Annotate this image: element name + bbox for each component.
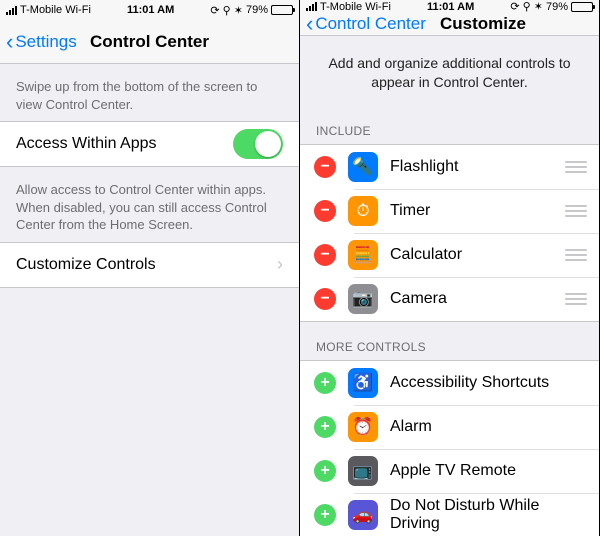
control-label: Camera xyxy=(390,290,557,308)
carrier-label: T-Mobile Wi-Fi xyxy=(20,4,91,16)
add-button[interactable]: + xyxy=(314,416,336,438)
remove-button[interactable]: − xyxy=(314,156,336,178)
control-icon: 🚗 xyxy=(348,500,378,530)
control-icon: 📷 xyxy=(348,284,378,314)
customize-controls-cell[interactable]: Customize Controls › xyxy=(0,243,299,287)
clock: 11:01 AM xyxy=(427,1,474,13)
add-button[interactable]: + xyxy=(314,372,336,394)
control-row: −📷 Camera xyxy=(300,277,599,321)
include-header: Include xyxy=(300,106,599,144)
section-description: Swipe up from the bottom of the screen t… xyxy=(0,64,299,121)
remove-button[interactable]: − xyxy=(314,200,336,222)
chevron-left-icon: ‹ xyxy=(6,31,13,53)
battery-pct: 79% xyxy=(246,4,268,16)
control-label: Do Not Disturb While Driving xyxy=(390,497,587,533)
control-icon: 🧮 xyxy=(348,240,378,270)
control-row: + 🚗 Do Not Disturb While Driving xyxy=(300,493,599,536)
control-icon: ⏱ xyxy=(348,196,378,226)
remove-button[interactable]: − xyxy=(314,244,336,266)
carrier-label: T-Mobile Wi-Fi xyxy=(320,1,391,13)
status-bar: T-Mobile Wi-Fi 11:01 AM ⟳ ⚲ ✶ 79% xyxy=(300,0,599,13)
control-row: −🔦 Flashlight xyxy=(300,145,599,189)
chevron-right-icon: › xyxy=(277,254,283,275)
control-label: Calculator xyxy=(390,246,557,264)
add-button[interactable]: + xyxy=(314,504,336,526)
battery-icon xyxy=(571,2,593,12)
battery-pct: 79% xyxy=(546,1,568,13)
control-label: Flashlight xyxy=(390,158,557,176)
control-label: Apple TV Remote xyxy=(390,462,587,480)
control-row: −🧮 Calculator xyxy=(300,233,599,277)
control-icon: ♿ xyxy=(348,368,378,398)
status-aux-icons: ⟳ ⚲ ✶ xyxy=(510,0,543,13)
more-controls-header: More Controls xyxy=(300,322,599,360)
control-icon: 🔦 xyxy=(348,152,378,182)
control-label: Accessibility Shortcuts xyxy=(390,374,587,392)
drag-handle-icon[interactable] xyxy=(565,205,587,217)
signal-icon xyxy=(306,2,317,11)
control-icon: 📺 xyxy=(348,456,378,486)
drag-handle-icon[interactable] xyxy=(565,293,587,305)
status-aux-icons: ⟳ ⚲ ✶ xyxy=(210,4,243,17)
control-row: + ⏰ Alarm xyxy=(300,405,599,449)
signal-icon xyxy=(6,6,17,15)
access-within-apps-cell: Access Within Apps xyxy=(0,122,299,166)
control-label: Timer xyxy=(390,202,557,220)
screen-control-center-settings: T-Mobile Wi-Fi 11:01 AM ⟳ ⚲ ✶ 79% ‹ Sett… xyxy=(0,0,300,536)
back-label: Control Center xyxy=(315,14,426,34)
screen-customize-controls: T-Mobile Wi-Fi 11:01 AM ⟳ ⚲ ✶ 79% ‹ Cont… xyxy=(300,0,600,536)
chevron-left-icon: ‹ xyxy=(306,13,313,35)
include-list: −🔦Flashlight−⏱Timer−🧮Calculator−📷Camera xyxy=(300,144,599,322)
control-row: + ♿ Accessibility Shortcuts xyxy=(300,361,599,405)
battery-icon xyxy=(271,5,293,15)
add-button[interactable]: + xyxy=(314,460,336,482)
control-icon: ⏰ xyxy=(348,412,378,442)
back-label: Settings xyxy=(15,32,76,52)
nav-bar: ‹ Control Center Customize xyxy=(300,13,599,36)
remove-button[interactable]: − xyxy=(314,288,336,310)
drag-handle-icon[interactable] xyxy=(565,161,587,173)
status-bar: T-Mobile Wi-Fi 11:01 AM ⟳ ⚲ ✶ 79% xyxy=(0,0,299,20)
nav-bar: ‹ Settings Control Center xyxy=(0,20,299,64)
intro-text: Add and organize additional controls to … xyxy=(300,36,599,106)
section-description: Allow access to Control Center within ap… xyxy=(0,167,299,242)
control-label: Alarm xyxy=(390,418,587,436)
drag-handle-icon[interactable] xyxy=(565,249,587,261)
cell-label: Access Within Apps xyxy=(16,135,233,153)
access-within-apps-toggle[interactable] xyxy=(233,129,283,159)
control-row: + 📺 Apple TV Remote xyxy=(300,449,599,493)
control-row: −⏱ Timer xyxy=(300,189,599,233)
clock: 11:01 AM xyxy=(127,4,174,16)
cell-label: Customize Controls xyxy=(16,256,277,274)
back-button[interactable]: ‹ Control Center xyxy=(300,13,426,35)
more-controls-list: + ♿ Accessibility Shortcuts + ⏰ Alarm + 📺 Apple … xyxy=(300,360,599,536)
back-button[interactable]: ‹ Settings xyxy=(0,31,77,53)
